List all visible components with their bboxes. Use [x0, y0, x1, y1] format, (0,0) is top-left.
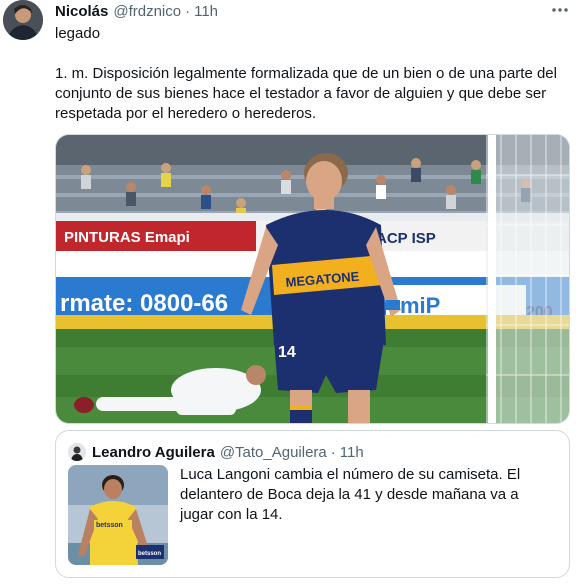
quoted-author-name[interactable]: Leandro Aguilera — [92, 444, 215, 461]
quoted-time[interactable]: 11h — [340, 444, 364, 461]
more-options-button[interactable] — [548, 0, 572, 20]
banner-right-text: ACP ISP — [376, 230, 436, 247]
board-right-text: miP — [400, 293, 440, 318]
quoted-tweet[interactable]: Leandro Aguilera @Tato_Aguilera · 11h be… — [55, 430, 570, 578]
quoted-author-handle[interactable]: @Tato_Aguilera — [220, 444, 327, 461]
phone-board-text: rmate: 0800-66 — [60, 290, 228, 317]
more-horizontal-icon — [552, 8, 568, 12]
quoted-thumbnail[interactable]: betsson betsson — [68, 465, 168, 565]
tweet-photo[interactable]: PINTURAS Emapi ACP ISP rmate: 0800-66 mi… — [55, 134, 570, 424]
quoted-header: Leandro Aguilera @Tato_Aguilera · 11h — [92, 443, 364, 461]
tweet-text-definition: 1. m. Disposición legalmente formalizada… — [55, 65, 557, 122]
tweet-time[interactable]: 11h — [194, 3, 218, 20]
quoted-thumb-badge: betsson — [138, 551, 161, 557]
shirt-number-text: 14 — [278, 344, 296, 361]
author-name[interactable]: Nicolás — [55, 3, 108, 20]
quoted-thumb-sponsor: betsson — [96, 522, 123, 529]
quoted-text: Luca Langoni cambia el número de su cami… — [180, 466, 521, 523]
author-handle[interactable]: @frdznico — [113, 3, 181, 20]
tweet-text-title: legado — [55, 25, 101, 42]
banner-left-text: PINTURAS Emapi — [64, 229, 190, 246]
author-avatar[interactable] — [3, 0, 43, 40]
quoted-author-avatar[interactable] — [68, 443, 86, 461]
quoted-header-separator: · — [330, 443, 336, 461]
header-separator: · — [185, 2, 191, 20]
tweet-header: Nicolás @frdznico · 11h — [55, 2, 218, 20]
